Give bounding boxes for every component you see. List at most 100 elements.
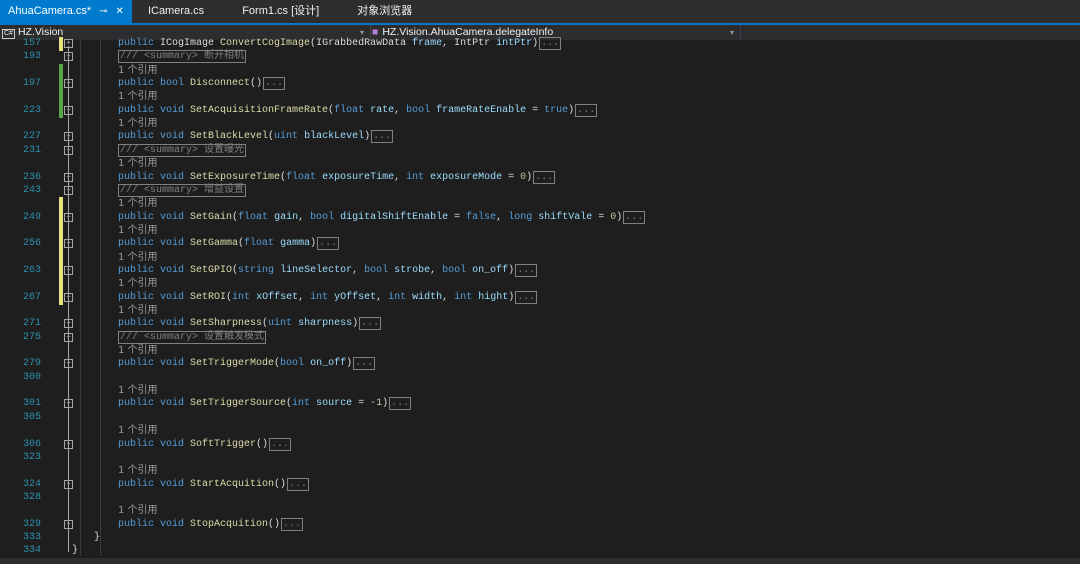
tab-ahuacamera[interactable]: AhuaCamera.cs* ⊸ ✕ <box>0 0 132 23</box>
expand-icon[interactable]: + <box>64 172 73 182</box>
collapsed-comment[interactable]: /// <summary> 断开相机 <box>118 50 247 64</box>
code-editor[interactable]: 157 + public ICogImage ConvertCogImage(IGr… <box>0 37 1080 558</box>
code-token: public void <box>118 104 191 116</box>
document-tabs: AhuaCamera.cs* ⊸ ✕ ICamera.cs Form1.cs [设计… <box>0 0 1080 25</box>
collapsed-comment[interactable]: /// <summary> 设置触发模式 <box>118 330 267 344</box>
code-token: , <box>298 291 311 303</box>
code-text: public void StartAcquition()... <box>118 477 310 491</box>
code-text: public bool Disconnect()... <box>118 77 286 91</box>
code-line: 256 + public void SetGamma(float gamma)... <box>0 237 1080 252</box>
expand-icon[interactable]: + <box>64 439 73 449</box>
expand-icon[interactable]: + <box>64 39 73 48</box>
tab-object-browser[interactable]: 对象浏览器 <box>349 0 420 23</box>
expand-icon[interactable]: + <box>64 519 73 529</box>
collapsed-comment[interactable]: /// <summary> 增益设置 <box>118 183 247 197</box>
references-link[interactable]: 1 个引用 <box>118 197 158 210</box>
status-bar <box>0 558 1080 564</box>
references-link[interactable]: 1 个引用 <box>118 277 158 290</box>
collapsed-region-button[interactable]: ... <box>623 210 646 224</box>
collapsed-region-button[interactable]: ... <box>515 290 538 304</box>
collapsed-region-button[interactable]: ... <box>533 170 556 184</box>
expand-icon[interactable]: + <box>64 265 73 275</box>
collapsed-region-button[interactable]: ... <box>515 263 538 277</box>
code-token: gain <box>274 211 299 223</box>
expand-icon[interactable]: + <box>64 105 73 115</box>
expand-icon[interactable]: + <box>64 332 73 342</box>
collapsed-comment[interactable]: /// <summary> 设置曝光 <box>118 143 247 157</box>
code-text: public void SetExposureTime(float exposu… <box>118 170 556 184</box>
expand-icon[interactable]: + <box>64 292 73 302</box>
references-link[interactable]: 1 个引用 <box>118 344 158 357</box>
code-token: public void <box>118 398 191 410</box>
collapsed-region-button[interactable]: ... <box>539 37 562 50</box>
line-number: 275 <box>22 331 41 343</box>
expand-icon[interactable]: + <box>64 185 73 195</box>
code-token: strobe <box>394 264 431 276</box>
references-link[interactable]: 1 个引用 <box>118 251 158 264</box>
code-token: , <box>496 211 509 223</box>
code-text: public ICogImage ConvertCogImage(IGrabbe… <box>118 37 562 50</box>
collapsed-region-button[interactable]: ... <box>263 77 286 91</box>
line-number: 306 <box>22 438 41 450</box>
pin-icon[interactable]: ⊸ <box>99 6 107 17</box>
code-line: 301 + public void SetTriggerSource(int sou… <box>0 397 1080 411</box>
collapsed-region-button[interactable]: ... <box>287 477 310 491</box>
code-token: ) <box>310 238 317 250</box>
close-icon[interactable]: ✕ <box>116 6 124 17</box>
expand-icon[interactable]: + <box>64 145 73 155</box>
references-link[interactable]: 1 个引用 <box>118 90 158 103</box>
code-token: exposureMode <box>430 171 503 183</box>
expand-icon[interactable]: + <box>64 132 73 142</box>
references-link[interactable]: 1 个引用 <box>118 504 158 517</box>
expand-icon[interactable]: + <box>64 359 73 369</box>
code-token: int <box>232 291 257 303</box>
expand-icon[interactable]: + <box>64 479 73 489</box>
code-token: hight <box>478 291 509 303</box>
line-number: 279 <box>22 358 41 370</box>
line-number: 267 <box>22 291 41 303</box>
expand-icon[interactable]: + <box>64 319 73 329</box>
code-token: ) <box>568 104 575 116</box>
expand-icon[interactable]: + <box>64 212 73 222</box>
collapsed-region-button[interactable]: ... <box>575 103 598 117</box>
code-token: () <box>256 438 269 450</box>
code-token: public void <box>118 264 191 276</box>
references-link[interactable]: 1 个引用 <box>118 384 158 397</box>
code-line: 300 <box>0 371 1080 384</box>
references-link[interactable]: 1 个引用 <box>118 464 158 477</box>
collapsed-region-button[interactable]: ... <box>359 317 382 331</box>
code-token: float <box>244 238 281 250</box>
references-link[interactable]: 1 个引用 <box>118 424 158 437</box>
code-token: IGrabbedRawData <box>316 38 413 49</box>
expand-icon[interactable]: + <box>64 239 73 249</box>
references-link[interactable]: 1 个引用 <box>118 64 158 77</box>
tab-form1-designer[interactable]: Form1.cs [设计] <box>234 0 327 23</box>
references-link[interactable]: 1 个引用 <box>118 224 158 237</box>
references-link[interactable]: 1 个引用 <box>118 117 158 130</box>
code-lens-row: 1 个引用 <box>0 63 1080 78</box>
collapsed-region-button[interactable]: ... <box>317 237 340 251</box>
change-marker <box>59 223 63 238</box>
code-token: uint <box>274 131 305 143</box>
collapsed-region-button[interactable]: ... <box>353 357 376 371</box>
code-token: , <box>442 291 455 303</box>
code-token: ) <box>616 211 623 223</box>
collapsed-region-button[interactable]: ... <box>389 397 412 411</box>
references-link[interactable]: 1 个引用 <box>118 157 158 170</box>
expand-icon[interactable]: + <box>64 399 73 409</box>
references-link[interactable]: 1 个引用 <box>118 304 158 317</box>
code-token: long <box>508 211 539 223</box>
code-token: , <box>394 171 407 183</box>
collapsed-region-button[interactable]: ... <box>281 517 304 531</box>
collapsed-region-button[interactable]: ... <box>269 437 292 451</box>
code-token: yOffset <box>334 291 377 303</box>
code-line: 223 + public void SetAcquisitionFrameRate(… <box>0 103 1080 118</box>
code-lens-row: 1 个引用 <box>0 464 1080 477</box>
collapsed-region-button[interactable]: ... <box>371 130 394 144</box>
expand-icon[interactable]: + <box>64 52 73 62</box>
code-line: 263 + public void SetGPIO(string lineSelec… <box>0 263 1080 278</box>
code-text: /// <summary> 设置触发模式 <box>118 330 267 344</box>
code-line: 267 + public void SetROI(int xOffset, int … <box>0 290 1080 305</box>
expand-icon[interactable]: + <box>64 79 73 89</box>
tab-icamera[interactable]: ICamera.cs <box>140 0 212 23</box>
